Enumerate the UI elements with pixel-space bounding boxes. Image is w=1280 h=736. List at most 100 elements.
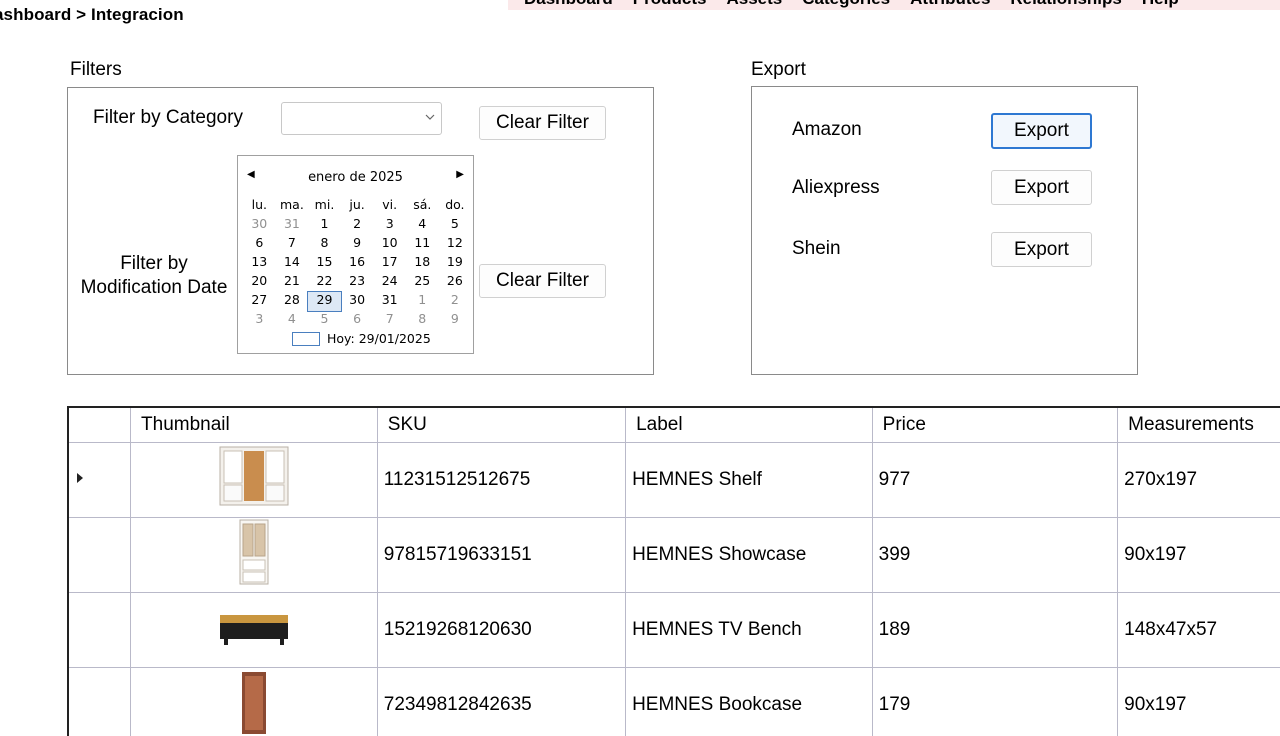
- thumbnail-cell[interactable]: [131, 518, 378, 593]
- calendar-day[interactable]: 1: [406, 292, 439, 311]
- calendar-day[interactable]: 24: [373, 273, 406, 292]
- clear-date-filter-button[interactable]: Clear Filter: [479, 264, 606, 298]
- calendar-day[interactable]: 1: [308, 216, 341, 235]
- clear-category-filter-button[interactable]: Clear Filter: [479, 106, 606, 140]
- calendar-day[interactable]: 31: [373, 292, 406, 311]
- label-cell[interactable]: HEMNES Showcase: [626, 518, 873, 593]
- measurements-cell[interactable]: 270x197: [1118, 443, 1280, 518]
- calendar-day[interactable]: 8: [308, 235, 341, 254]
- calendar-day[interactable]: 9: [439, 311, 472, 330]
- current-row-icon: [77, 473, 83, 483]
- calendar-day[interactable]: 5: [308, 311, 341, 330]
- measurements-cell[interactable]: 90x197: [1118, 518, 1280, 593]
- measurements-cell[interactable]: 148x47x57: [1118, 593, 1280, 668]
- nav-products[interactable]: Products: [633, 0, 707, 9]
- weekday-header: lu.: [243, 197, 276, 216]
- calendar-day[interactable]: 23: [341, 273, 374, 292]
- column-header-thumbnail[interactable]: Thumbnail: [131, 408, 378, 443]
- measurements-cell[interactable]: 90x197: [1118, 668, 1280, 736]
- calendar-day[interactable]: 6: [341, 311, 374, 330]
- price-cell[interactable]: 179: [872, 668, 1117, 736]
- table-row[interactable]: 15219268120630 HEMNES TV Bench 189 148x4…: [69, 593, 1280, 668]
- export-aliexpress-button[interactable]: Export: [991, 170, 1092, 205]
- breadcrumb: ashboard > Integracion: [0, 5, 184, 25]
- calendar-day[interactable]: 7: [276, 235, 309, 254]
- calendar-day[interactable]: 4: [276, 311, 309, 330]
- calendar-day[interactable]: 14: [276, 254, 309, 273]
- calendar-day[interactable]: 3: [373, 216, 406, 235]
- sku-cell[interactable]: 11231512512675: [377, 443, 625, 518]
- nav-relationships[interactable]: Relationships: [1010, 0, 1121, 9]
- products-grid[interactable]: Thumbnail SKU Label Price Measurements: [67, 406, 1280, 736]
- calendar-day[interactable]: 5: [439, 216, 472, 235]
- calendar-day[interactable]: 27: [243, 292, 276, 311]
- calendar-day[interactable]: 2: [439, 292, 472, 311]
- row-header[interactable]: [69, 443, 131, 518]
- calendar-day[interactable]: 30: [243, 216, 276, 235]
- calendar-day[interactable]: 21: [276, 273, 309, 292]
- calendar-day[interactable]: 22: [308, 273, 341, 292]
- next-month-icon[interactable]: ▶: [456, 169, 464, 180]
- column-header-measurements[interactable]: Measurements: [1118, 408, 1280, 443]
- calendar-day[interactable]: 8: [406, 311, 439, 330]
- label-cell[interactable]: HEMNES TV Bench: [626, 593, 873, 668]
- calendar-day[interactable]: 2: [341, 216, 374, 235]
- calendar-day[interactable]: 31: [276, 216, 309, 235]
- price-cell[interactable]: 189: [872, 593, 1117, 668]
- table-row[interactable]: 72349812842635 HEMNES Bookcase 179 90x19…: [69, 668, 1280, 736]
- sku-cell[interactable]: 97815719633151: [377, 518, 625, 593]
- calendar-day[interactable]: 15: [308, 254, 341, 273]
- thumbnail-cell[interactable]: [131, 443, 378, 518]
- calendar-day[interactable]: 28: [276, 292, 309, 311]
- hemnes-shelf-image: [218, 445, 290, 509]
- calendar-day[interactable]: 18: [406, 254, 439, 273]
- label-cell[interactable]: HEMNES Bookcase: [626, 668, 873, 736]
- filters-title: Filters: [70, 59, 122, 81]
- price-cell[interactable]: 977: [872, 443, 1117, 518]
- table-row[interactable]: 97815719633151 HEMNES Showcase 399 90x19…: [69, 518, 1280, 593]
- thumbnail-cell[interactable]: [131, 668, 378, 736]
- nav-dashboard[interactable]: Dashboard: [524, 0, 613, 9]
- calendar-day[interactable]: 7: [373, 311, 406, 330]
- column-header-price[interactable]: Price: [872, 408, 1117, 443]
- calendar-day[interactable]: 29: [308, 292, 341, 311]
- nav-help[interactable]: Help: [1142, 0, 1179, 9]
- column-header-label[interactable]: Label: [626, 408, 873, 443]
- table-row[interactable]: 11231512512675 HEMNES Shelf 977 270x197: [69, 443, 1280, 518]
- calendar-day[interactable]: 6: [243, 235, 276, 254]
- calendar-day[interactable]: 10: [373, 235, 406, 254]
- export-shein-button[interactable]: Export: [991, 232, 1092, 267]
- price-cell[interactable]: 399: [872, 518, 1117, 593]
- thumbnail-cell[interactable]: [131, 593, 378, 668]
- row-header[interactable]: [69, 668, 131, 736]
- row-header[interactable]: [69, 518, 131, 593]
- nav-categories[interactable]: Categories: [802, 0, 890, 9]
- calendar-day[interactable]: 3: [243, 311, 276, 330]
- calendar-today[interactable]: Hoy: 29/01/2025: [292, 331, 431, 346]
- calendar-day[interactable]: 20: [243, 273, 276, 292]
- nav-attributes[interactable]: Attributes: [910, 0, 990, 9]
- column-header-sku[interactable]: SKU: [377, 408, 625, 443]
- sku-cell[interactable]: 15219268120630: [377, 593, 625, 668]
- export-amazon-button[interactable]: Export: [991, 113, 1092, 149]
- category-select[interactable]: [281, 102, 442, 135]
- calendar-day[interactable]: 9: [341, 235, 374, 254]
- calendar-day[interactable]: 4: [406, 216, 439, 235]
- row-header[interactable]: [69, 593, 131, 668]
- calendar-day[interactable]: 30: [341, 292, 374, 311]
- calendar-day[interactable]: 25: [406, 273, 439, 292]
- sku-cell[interactable]: 72349812842635: [377, 668, 625, 736]
- calendar-day[interactable]: 17: [373, 254, 406, 273]
- calendar-day[interactable]: 16: [341, 254, 374, 273]
- calendar-day[interactable]: 19: [439, 254, 472, 273]
- label-cell[interactable]: HEMNES Shelf: [626, 443, 873, 518]
- weekday-header: vi.: [373, 197, 406, 216]
- calendar-day[interactable]: 26: [439, 273, 472, 292]
- row-header-corner: [69, 408, 131, 443]
- calendar-day[interactable]: 13: [243, 254, 276, 273]
- month-calendar[interactable]: ◀ enero de 2025 ▶ lu.ma.mi.ju.vi.sá.do.3…: [237, 155, 474, 354]
- calendar-day[interactable]: 11: [406, 235, 439, 254]
- calendar-day[interactable]: 12: [439, 235, 472, 254]
- hemnes-showcase-image: [234, 518, 274, 586]
- nav-assets[interactable]: Assets: [726, 0, 782, 9]
